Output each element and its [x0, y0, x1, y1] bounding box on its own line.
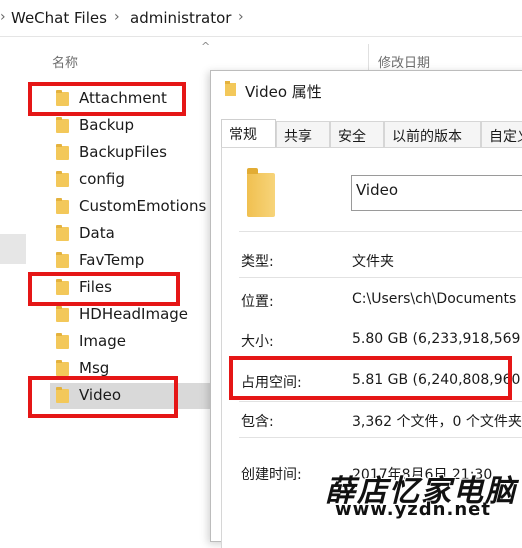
folder-icon — [56, 198, 69, 214]
folder-icon — [225, 81, 236, 96]
divider — [239, 437, 522, 438]
folder-icon — [56, 225, 69, 241]
dialog-tabs: 常规 共享 安全 以前的版本 自定义 — [221, 119, 522, 148]
column-header-date[interactable]: 修改日期 — [378, 52, 430, 71]
folder-icon — [56, 144, 69, 160]
tab-security[interactable]: 安全 — [330, 121, 384, 147]
watermark-url: www.yzdn.net — [335, 499, 491, 520]
type-value: 文件夹 — [352, 254, 394, 270]
folder-row-backupfiles[interactable]: BackupFiles — [50, 140, 210, 166]
folder-name: Data — [79, 224, 115, 242]
chevron-right-icon: › — [0, 9, 6, 25]
location-label: 位置: — [241, 294, 274, 310]
breadcrumb-child[interactable]: administrator — [130, 9, 231, 27]
folder-row-image[interactable]: Image — [50, 329, 210, 355]
contains-label: 包含: — [241, 414, 274, 430]
breadcrumb-root[interactable]: WeChat Files — [11, 9, 107, 27]
divider — [239, 401, 522, 402]
sort-ascending-icon: ^ — [201, 40, 211, 53]
folder-name: BackupFiles — [79, 143, 167, 161]
folder-name: Backup — [79, 116, 134, 134]
chevron-right-icon: › — [114, 9, 120, 25]
highlight-attachment — [28, 82, 186, 116]
folder-row-config[interactable]: config — [50, 167, 210, 193]
divider — [239, 231, 522, 232]
folder-icon — [56, 252, 69, 268]
folder-icon — [247, 168, 275, 217]
folder-name-input[interactable]: Video — [351, 175, 522, 211]
tab-previous-versions[interactable]: 以前的版本 — [384, 121, 481, 147]
folder-name: config — [79, 170, 125, 188]
dialog-titlebar[interactable]: Video 属性 — [211, 71, 522, 111]
folder-icon — [56, 333, 69, 349]
type-label: 类型: — [241, 254, 274, 270]
highlight-files — [28, 272, 180, 306]
size-value: 5.80 GB (6,233,918,569 — [352, 331, 521, 347]
folder-row-backup[interactable]: Backup — [50, 113, 210, 139]
folder-row-customemotions[interactable]: CustomEmotions — [50, 194, 210, 220]
folder-icon — [56, 171, 69, 187]
created-label: 创建时间: — [241, 467, 302, 483]
column-header-name[interactable]: 名称 — [52, 52, 78, 71]
folder-icon — [56, 117, 69, 133]
folder-row-data[interactable]: Data — [50, 221, 210, 247]
highlight-video — [28, 376, 178, 418]
folder-name: Msg — [79, 359, 110, 377]
chevron-right-icon: › — [238, 9, 244, 25]
folder-icon — [56, 306, 69, 322]
size-label: 大小: — [241, 334, 274, 350]
divider — [239, 277, 522, 278]
tab-customize[interactable]: 自定义 — [481, 121, 522, 147]
contains-value: 3,362 个文件，0 个文件夹 — [352, 414, 522, 430]
tab-general[interactable]: 常规 — [221, 119, 276, 148]
highlight-size-on-disk — [229, 356, 512, 400]
folder-name: HDHeadImage — [79, 305, 189, 323]
navigation-pane-edge — [0, 234, 26, 264]
address-bar[interactable]: › WeChat Files › administrator › — [0, 0, 522, 37]
tab-sharing[interactable]: 共享 — [276, 121, 330, 147]
folder-icon — [56, 360, 69, 376]
folder-name: FavTemp — [79, 251, 145, 269]
folder-name: CustomEmotions — [79, 197, 207, 215]
folder-row-favtemp[interactable]: FavTemp — [50, 248, 210, 274]
dialog-title: Video 属性 — [245, 83, 322, 101]
location-value[interactable]: C:\Users\ch\Documents — [352, 291, 522, 307]
folder-name: Image — [79, 332, 126, 350]
